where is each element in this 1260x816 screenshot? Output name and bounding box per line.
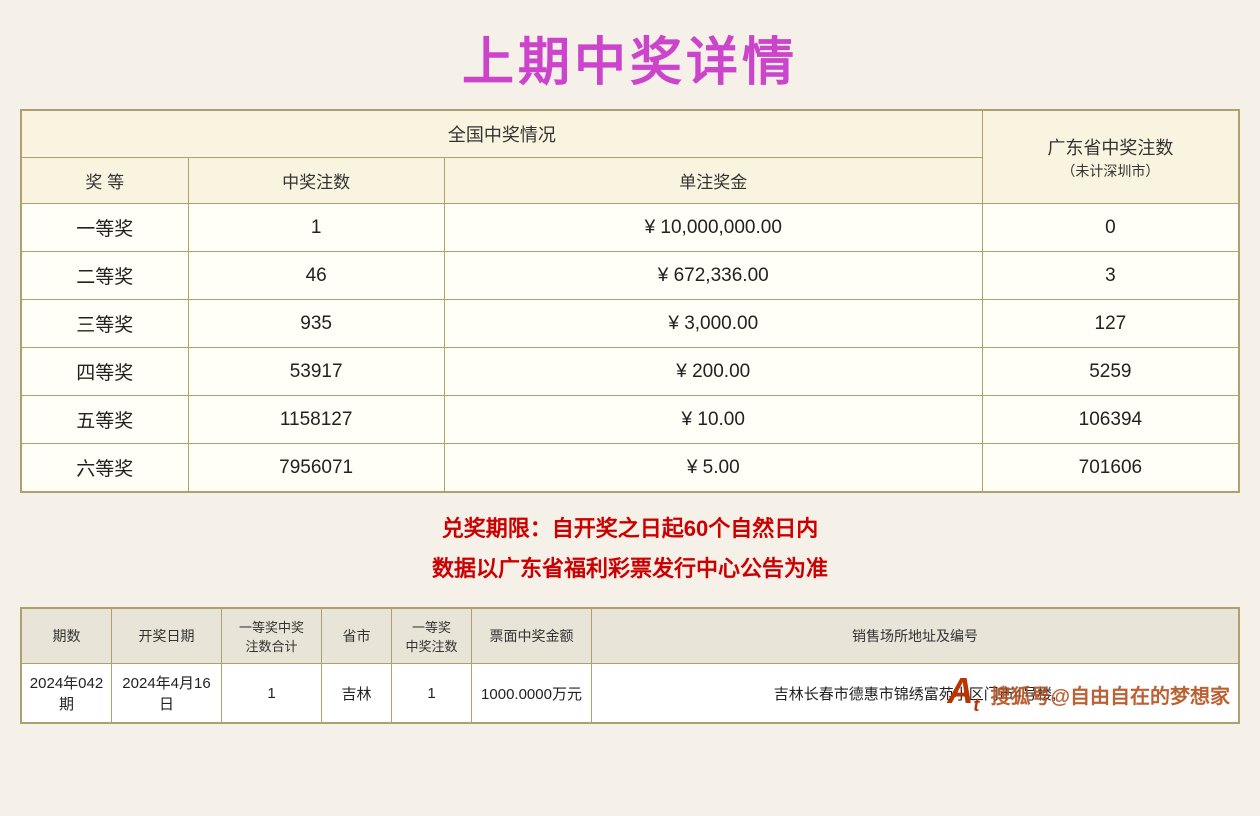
row-address: 吉林长春市德惠市锦绣富苑小区门市4号楼, At 搜狐号@自由自在的梦想家: [592, 664, 1239, 723]
prize-guangdong: 5259: [982, 348, 1238, 396]
guangdong-header: 广东省中奖注数 （未计深圳市）: [982, 111, 1238, 204]
prize-guangdong: 0: [982, 204, 1238, 252]
col-count-header: 中奖注数: [188, 158, 444, 204]
prize-count: 935: [188, 300, 444, 348]
table-header-national: 全国中奖情况 广东省中奖注数 （未计深圳市）: [22, 111, 1239, 158]
col-amount-header: 单注奖金: [444, 158, 982, 204]
notice-line1: 兑奖期限：自开奖之日起60个自然日内: [40, 511, 1220, 543]
prize-level: 五等奖: [22, 396, 189, 444]
prize-count: 7956071: [188, 444, 444, 492]
prize-amount: ¥ 10,000,000.00: [444, 204, 982, 252]
bottom-col-facevalue: 票面中奖金额: [472, 609, 592, 664]
row-firstcount: 1: [222, 664, 322, 723]
prize-amount: ¥ 200.00: [444, 348, 982, 396]
col-prize-header: 奖 等: [22, 158, 189, 204]
row-period: 2024年042期: [22, 664, 112, 723]
prize-level: 四等奖: [22, 348, 189, 396]
prize-level: 六等奖: [22, 444, 189, 492]
bottom-table-row: 2024年042期 2024年4月16日 1 吉林 1 1000.0000万元 …: [22, 664, 1239, 723]
prize-count: 1158127: [188, 396, 444, 444]
prize-table-wrapper: 全国中奖情况 广东省中奖注数 （未计深圳市） 奖 等 中奖注数 单注奖金 一等奖…: [20, 109, 1240, 493]
prize-level: 三等奖: [22, 300, 189, 348]
bottom-col-address: 销售场所地址及编号: [592, 609, 1239, 664]
row-firstwincount: 1: [392, 664, 472, 723]
prize-guangdong: 106394: [982, 396, 1238, 444]
prize-level: 一等奖: [22, 204, 189, 252]
bottom-section: 期数 开奖日期 一等奖中奖注数合计 省市 一等奖中奖注数 票面中奖金额 销售场所…: [20, 607, 1240, 724]
watermark-overlay: At 搜狐号@自由自在的梦想家: [947, 670, 1230, 716]
prize-amount: ¥ 10.00: [444, 396, 982, 444]
table-row: 四等奖 53917 ¥ 200.00 5259: [22, 348, 1239, 396]
prize-amount: ¥ 672,336.00: [444, 252, 982, 300]
table-row: 六等奖 7956071 ¥ 5.00 701606: [22, 444, 1239, 492]
prize-count: 53917: [188, 348, 444, 396]
bottom-col-province: 省市: [322, 609, 392, 664]
main-title: 上期中奖详情: [20, 10, 1240, 109]
notice-line2: 数据以广东省福利彩票发行中心公告为准: [40, 551, 1220, 583]
prize-count: 1: [188, 204, 444, 252]
table-row: 三等奖 935 ¥ 3,000.00 127: [22, 300, 1239, 348]
bottom-table: 期数 开奖日期 一等奖中奖注数合计 省市 一等奖中奖注数 票面中奖金额 销售场所…: [21, 608, 1239, 723]
prize-count: 46: [188, 252, 444, 300]
table-row: 五等奖 1158127 ¥ 10.00 106394: [22, 396, 1239, 444]
row-facevalue: 1000.0000万元: [472, 664, 592, 723]
prize-guangdong: 3: [982, 252, 1238, 300]
national-header: 全国中奖情况: [22, 111, 983, 158]
prize-guangdong: 127: [982, 300, 1238, 348]
prize-amount: ¥ 3,000.00: [444, 300, 982, 348]
bottom-table-header: 期数 开奖日期 一等奖中奖注数合计 省市 一等奖中奖注数 票面中奖金额 销售场所…: [22, 609, 1239, 664]
table-row: 二等奖 46 ¥ 672,336.00 3: [22, 252, 1239, 300]
bottom-col-period: 期数: [22, 609, 112, 664]
notice-section: 兑奖期限：自开奖之日起60个自然日内 数据以广东省福利彩票发行中心公告为准: [20, 493, 1240, 593]
bottom-col-date: 开奖日期: [112, 609, 222, 664]
watermark-text: 搜狐号@自由自在的梦想家: [990, 686, 1230, 708]
at-symbol: At: [947, 670, 979, 711]
prize-guangdong: 701606: [982, 444, 1238, 492]
row-province: 吉林: [322, 664, 392, 723]
bottom-col-firstwincount: 一等奖中奖注数: [392, 609, 472, 664]
prize-amount: ¥ 5.00: [444, 444, 982, 492]
bottom-col-firstcount: 一等奖中奖注数合计: [222, 609, 322, 664]
prize-level: 二等奖: [22, 252, 189, 300]
table-row: 一等奖 1 ¥ 10,000,000.00 0: [22, 204, 1239, 252]
row-date: 2024年4月16日: [112, 664, 222, 723]
page-wrapper: 上期中奖详情 全国中奖情况 广东省中奖注数 （未计深圳市） 奖 等: [0, 0, 1260, 816]
prize-table: 全国中奖情况 广东省中奖注数 （未计深圳市） 奖 等 中奖注数 单注奖金 一等奖…: [21, 110, 1239, 492]
